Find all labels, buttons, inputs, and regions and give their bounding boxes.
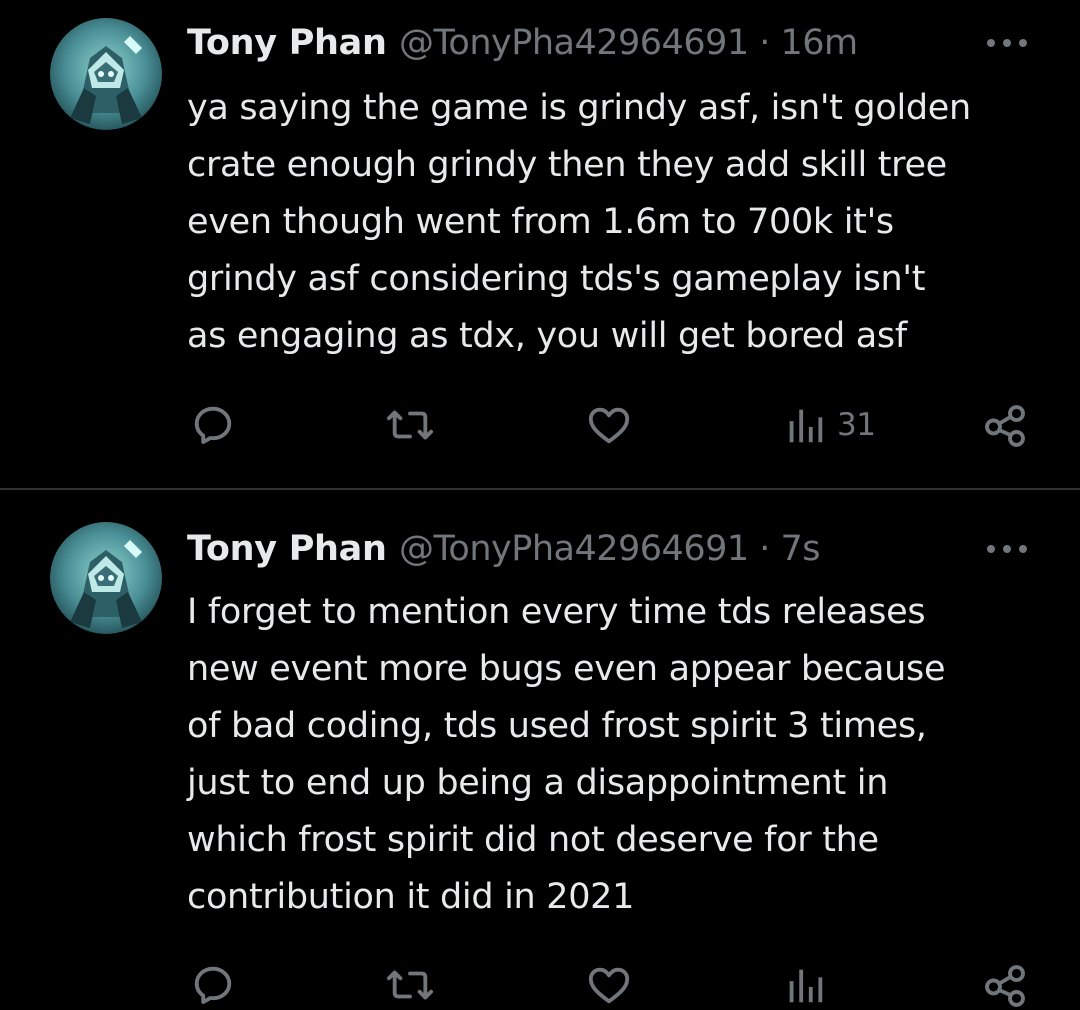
views-button[interactable]: 31 (785, 400, 876, 450)
more-icon[interactable] (977, 20, 1037, 66)
reply-button[interactable] (190, 400, 236, 450)
like-icon (588, 967, 630, 1004)
tweet-actions (0, 960, 1080, 1010)
reply-icon (194, 406, 232, 444)
avatar[interactable] (50, 522, 162, 634)
tweet[interactable]: Tony Phan @TonyPha42964691 · 16m ya sayi… (0, 0, 1080, 488)
author-handle-time[interactable]: @TonyPha42964691 · 7s (399, 524, 821, 574)
retweet-icon (386, 970, 433, 1000)
tweet-actions: 31 (0, 400, 1080, 450)
like-icon (588, 407, 630, 444)
share-button[interactable] (982, 960, 1028, 1010)
reply-button[interactable] (190, 960, 236, 1010)
views-icon (789, 409, 823, 443)
reply-icon (194, 966, 232, 1004)
tweet-text: I forget to mention every time tds relea… (187, 592, 946, 917)
views-icon (789, 969, 823, 1003)
share-icon (985, 405, 1025, 447)
share-button[interactable] (982, 400, 1028, 450)
retweet-button[interactable] (385, 400, 435, 450)
like-button[interactable] (585, 960, 633, 1010)
more-icon[interactable] (977, 526, 1037, 572)
tweet[interactable]: Tony Phan @TonyPha42964691 · 7s I forget… (0, 490, 1080, 1007)
tweet-header: Tony Phan @TonyPha42964691 · 7s (187, 524, 1037, 574)
views-count: 31 (837, 407, 876, 443)
tweet-text: ya saying the game is grindy asf, isn't … (187, 88, 971, 356)
avatar[interactable] (50, 18, 162, 130)
like-button[interactable] (585, 400, 633, 450)
tweet-header: Tony Phan @TonyPha42964691 · 16m (187, 18, 1037, 68)
author-handle-time[interactable]: @TonyPha42964691 · 16m (399, 18, 858, 68)
retweet-button[interactable] (385, 960, 435, 1010)
share-icon (985, 965, 1025, 1007)
author-name[interactable]: Tony Phan (187, 18, 387, 68)
views-button[interactable] (785, 960, 837, 1010)
author-name[interactable]: Tony Phan (187, 524, 387, 574)
retweet-icon (386, 410, 433, 440)
